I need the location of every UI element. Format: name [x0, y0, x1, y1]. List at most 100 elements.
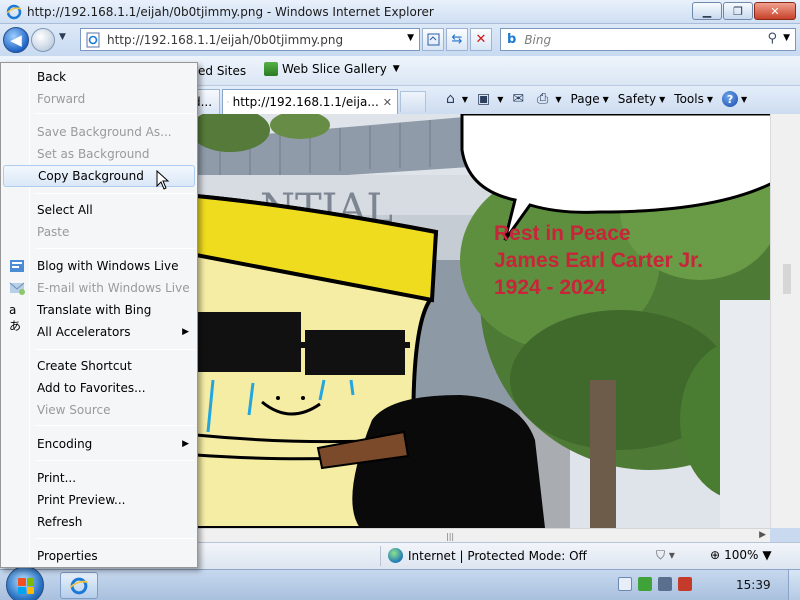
scroll-right-arrow-icon[interactable]: ▶ — [759, 530, 766, 540]
menu-item-refresh[interactable]: Refresh — [3, 511, 195, 533]
menu-item-print-preview[interactable]: Print Preview... — [3, 489, 195, 511]
menu-item-back[interactable]: Back — [3, 66, 195, 88]
notification-icon[interactable] — [618, 577, 632, 591]
network-icon[interactable] — [658, 577, 672, 591]
page-icon — [86, 32, 100, 47]
command-bar: ⌂ ▼ ▣ ▼ ✉ ⎙ ▼ Page ▼ Safety ▼ Tools ▼ ? ▼ — [446, 91, 756, 107]
scrollbar-thumb[interactable] — [783, 264, 791, 294]
menu-item-forward[interactable]: Forward — [3, 88, 195, 110]
search-box[interactable]: b Bing ⚲ ▼ — [500, 28, 796, 51]
menu-item-encoding[interactable]: Encoding ▶ — [3, 433, 195, 455]
menu-item-label: Back — [37, 70, 67, 84]
menu-item-select-all[interactable]: Select All — [3, 199, 195, 221]
menu-item-create-shortcut[interactable]: Create Shortcut — [3, 355, 195, 377]
chevron-down-icon[interactable]: ▼ — [462, 95, 468, 104]
menu-item-email-with-windows-live[interactable]: E-mail with Windows Live — [3, 277, 195, 299]
zoom-control[interactable]: ⊕ 100% ▼ — [710, 548, 772, 562]
address-bar[interactable]: http://192.168.1.1/eijah/0b0tjimmy.png ▼ — [80, 28, 420, 51]
volume-muted-icon[interactable] — [678, 577, 692, 591]
suggested-sites-link[interactable]: ed Sites — [198, 64, 246, 78]
maximize-button[interactable]: ❐ — [723, 2, 753, 20]
tools-menu[interactable]: Tools ▼ — [674, 92, 713, 106]
chevron-down-icon[interactable]: ▼ — [407, 33, 414, 43]
feeds-button[interactable]: ▣ ▼ — [477, 91, 503, 107]
menu-item-label: Translate with Bing — [37, 303, 152, 317]
search-options-dropdown[interactable]: ▼ — [783, 33, 790, 43]
menu-item-save-background-as[interactable]: Save Background As... — [3, 121, 195, 143]
tab-active[interactable]: http://192.168.1.1/eija... ✕ — [222, 89, 398, 114]
new-tab-button[interactable] — [400, 91, 426, 112]
vertical-scrollbar[interactable] — [770, 114, 800, 528]
menu-item-add-to-favorites[interactable]: Add to Favorites... — [3, 377, 195, 399]
menu-item-label: All Accelerators — [37, 325, 131, 339]
chevron-down-icon[interactable]: ▼ — [393, 64, 400, 74]
tab-label: http://192.168.1.1/eija... — [232, 95, 379, 109]
close-tab-icon[interactable]: ✕ — [383, 96, 392, 109]
status-divider — [380, 546, 381, 566]
back-button[interactable]: ◀ — [3, 27, 29, 53]
menu-separator — [35, 349, 195, 350]
menu-separator — [35, 248, 195, 249]
help-button[interactable]: ? ▼ — [722, 91, 747, 107]
windows-live-blog-icon — [10, 260, 24, 272]
refresh-button[interactable]: ⇆ — [446, 28, 468, 51]
chevron-down-icon[interactable]: ▼ — [497, 95, 503, 104]
search-icon[interactable]: ⚲ — [767, 31, 777, 46]
chevron-down-icon: ▼ — [762, 548, 772, 562]
menu-separator — [35, 113, 195, 114]
ie-logo-icon — [69, 577, 88, 594]
start-button[interactable] — [6, 566, 44, 600]
forward-button[interactable] — [31, 28, 55, 52]
search-placeholder: Bing — [524, 32, 552, 47]
security-zone-label: Internet | Protected Mode: Off — [408, 548, 587, 563]
menu-item-properties[interactable]: Properties — [3, 545, 195, 567]
menu-item-paste[interactable]: Paste — [3, 221, 195, 243]
page-menu[interactable]: Page ▼ — [571, 92, 609, 106]
action-center-icon[interactable] — [638, 577, 652, 591]
bubble-line-2: James Earl Carter Jr. — [494, 249, 703, 272]
window-controls: ▁ ❐ ✕ — [692, 2, 796, 20]
feeds-icon: ▣ — [477, 91, 491, 107]
help-icon: ? — [722, 91, 739, 107]
menu-item-blog-with-windows-live[interactable]: Blog with Windows Live — [3, 255, 195, 277]
menu-item-label: Copy Background — [38, 169, 144, 183]
close-button[interactable]: ✕ — [754, 2, 796, 20]
menu-item-translate-with-bing[interactable]: aあ Translate with Bing — [3, 299, 195, 333]
safety-menu[interactable]: Safety ▼ — [618, 92, 666, 106]
taskbar-ie-button[interactable] — [60, 572, 98, 599]
web-slice-gallery-link[interactable]: Web Slice Gallery ▼ — [264, 62, 400, 76]
menu-item-label: View Source — [37, 403, 111, 417]
menu-item-all-accelerators[interactable]: All Accelerators ▶ — [3, 321, 195, 343]
mail-icon: ✉ — [512, 91, 525, 107]
minimize-button[interactable]: ▁ — [692, 2, 722, 20]
print-button[interactable]: ⎙ ▼ — [537, 91, 561, 107]
menu-item-set-as-background[interactable]: Set as Background — [3, 143, 195, 165]
menu-item-view-source[interactable]: View Source — [3, 399, 195, 421]
menu-item-label: Select All — [37, 203, 93, 217]
tools-menu-label: Tools — [674, 92, 704, 106]
chevron-down-icon: ▼ — [741, 94, 748, 104]
scroll-grip-icon[interactable]: ||| — [446, 532, 454, 541]
menu-item-label: Print Preview... — [37, 493, 126, 507]
menu-item-label: Paste — [37, 225, 70, 239]
taskbar-clock[interactable]: 15:39 — [736, 578, 771, 592]
security-zone[interactable]: Internet | Protected Mode: Off — [388, 548, 587, 563]
ie-logo-icon — [6, 4, 22, 19]
stop-button[interactable]: ✕ — [470, 28, 492, 51]
stop-icon: ✕ — [475, 32, 487, 47]
horizontal-scrollbar[interactable]: ||| ▶ — [196, 528, 770, 542]
chevron-down-icon[interactable]: ▼ — [555, 95, 561, 104]
refresh-icon: ⇆ — [451, 32, 463, 47]
menu-item-label: Forward — [37, 92, 86, 106]
protected-mode-button[interactable]: ⛉ ▾ — [656, 548, 675, 563]
globe-icon — [388, 548, 403, 563]
recent-pages-dropdown[interactable]: ▼ — [59, 32, 66, 42]
compatibility-view-button[interactable] — [422, 28, 444, 51]
compatibility-icon — [427, 33, 439, 46]
menu-item-print[interactable]: Print... — [3, 467, 195, 489]
home-button[interactable]: ⌂ ▼ — [446, 91, 468, 107]
show-desktop-button[interactable] — [788, 570, 800, 600]
read-mail-button[interactable]: ✉ — [512, 91, 528, 107]
menu-separator — [35, 538, 195, 539]
menu-item-label: Save Background As... — [37, 125, 172, 139]
